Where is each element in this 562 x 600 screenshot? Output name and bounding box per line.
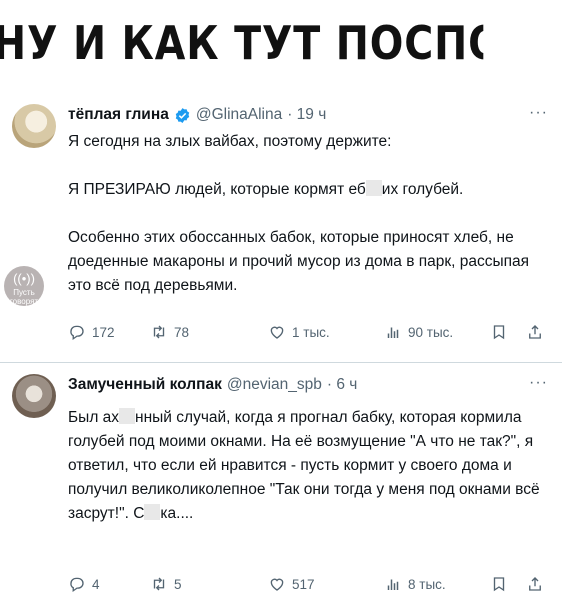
retweet-icon bbox=[153, 577, 165, 591]
views-icon bbox=[387, 327, 399, 338]
author-name[interactable]: тёплая глина bbox=[68, 106, 169, 124]
tweet-header: тёплая глина @GlinaAlina · 19 ч ··· bbox=[68, 104, 548, 126]
tweet-text-part: нный случай, когда я прогнал бабку, кото… bbox=[68, 409, 540, 522]
divider bbox=[0, 362, 562, 363]
author-handle[interactable]: @nevian_spb bbox=[227, 376, 322, 394]
like-button[interactable]: 1 тыс. bbox=[268, 323, 330, 341]
retweet-count: 5 bbox=[174, 576, 182, 592]
tweet-text: Был ах нный случай, когда я прогнал бабку… bbox=[68, 406, 546, 526]
like-count: 517 bbox=[292, 576, 315, 592]
more-options-icon[interactable]: ··· bbox=[529, 104, 548, 122]
retweet-button[interactable]: 5 bbox=[150, 575, 182, 593]
bookmark-button[interactable] bbox=[490, 323, 508, 341]
tweet-paragraph: Был ах нный случай, когда я прогнал бабку… bbox=[68, 406, 546, 526]
censor-block bbox=[144, 504, 161, 520]
bookmark-icon bbox=[493, 325, 505, 340]
verified-badge-icon bbox=[175, 107, 190, 123]
share-icon bbox=[529, 577, 541, 591]
reply-button[interactable]: 172 bbox=[68, 323, 115, 341]
heart-icon bbox=[270, 578, 284, 591]
views-icon bbox=[387, 579, 399, 590]
bookmark-button[interactable] bbox=[490, 575, 508, 593]
share-icon bbox=[529, 325, 541, 339]
tweet-text: Я сегодня на злых вайбах, поэтому держит… bbox=[68, 130, 546, 298]
retweet-icon bbox=[153, 325, 165, 339]
reply-icon bbox=[70, 325, 84, 341]
like-count: 1 тыс. bbox=[292, 324, 330, 340]
reply-icon bbox=[70, 577, 84, 593]
watermark-logo: ((•)) Пусть говорят bbox=[4, 266, 44, 306]
tweet-text-part: их голубей. bbox=[381, 181, 464, 198]
censor-block bbox=[365, 180, 382, 196]
views-count: 90 тыс. bbox=[408, 324, 454, 340]
tweet-text-part: ка.... bbox=[160, 505, 194, 522]
views-button[interactable]: 90 тыс. bbox=[384, 323, 453, 341]
avatar[interactable] bbox=[12, 374, 56, 418]
share-button[interactable] bbox=[526, 323, 544, 341]
tweet-time[interactable]: · 19 ч bbox=[287, 106, 326, 124]
tweet-text-part: Был ах bbox=[68, 409, 120, 426]
more-options-icon[interactable]: ··· bbox=[529, 374, 548, 392]
avatar[interactable] bbox=[12, 104, 56, 148]
bookmark-icon bbox=[493, 577, 505, 592]
tweet-text-part: Я ПРЕЗИРАЮ людей, которые кормят еб bbox=[68, 181, 366, 198]
author-name[interactable]: Замученный колпак bbox=[68, 376, 222, 394]
tweet-actions: 4 5 517 8 тыс. bbox=[68, 572, 548, 596]
watermark-text: Пусть говорят bbox=[9, 288, 39, 306]
tweet-header: Замученный колпак @nevian_spb · 6 ч ··· bbox=[68, 374, 548, 396]
reply-count: 172 bbox=[92, 324, 115, 340]
retweet-count: 78 bbox=[174, 324, 190, 340]
views-count: 8 тыс. bbox=[408, 576, 446, 592]
tweet-paragraph: Особенно этих обоссанных бабок, которые … bbox=[68, 229, 530, 294]
tweet-actions: 172 78 1 тыс. 90 тыс. bbox=[68, 320, 548, 344]
tweet-paragraph: Я сегодня на злых вайбах, поэтому держит… bbox=[68, 133, 392, 150]
tweet-time[interactable]: · 6 ч bbox=[327, 376, 357, 394]
reply-count: 4 bbox=[92, 576, 100, 592]
retweet-button[interactable]: 78 bbox=[150, 323, 189, 341]
tweet[interactable]: тёплая глина @GlinaAlina · 19 ч ··· Я се… bbox=[0, 98, 562, 360]
tweet-paragraph: Я ПРЕЗИРАЮ людей, которые кормят еб их го… bbox=[68, 178, 546, 202]
tweet[interactable]: Замученный колпак @nevian_spb · 6 ч ··· … bbox=[0, 368, 562, 600]
reply-button[interactable]: 4 bbox=[68, 575, 100, 593]
like-button[interactable]: 517 bbox=[268, 575, 315, 593]
heart-icon bbox=[270, 326, 284, 339]
censor-block bbox=[119, 408, 136, 424]
broadcast-icon: ((•)) bbox=[13, 271, 35, 286]
views-button[interactable]: 8 тыс. bbox=[384, 575, 446, 593]
author-handle[interactable]: @GlinaAlina bbox=[196, 106, 282, 124]
headline: НУ И КАК ТУТ ПОСПОРИШЬ bbox=[0, 16, 483, 70]
share-button[interactable] bbox=[526, 575, 544, 593]
